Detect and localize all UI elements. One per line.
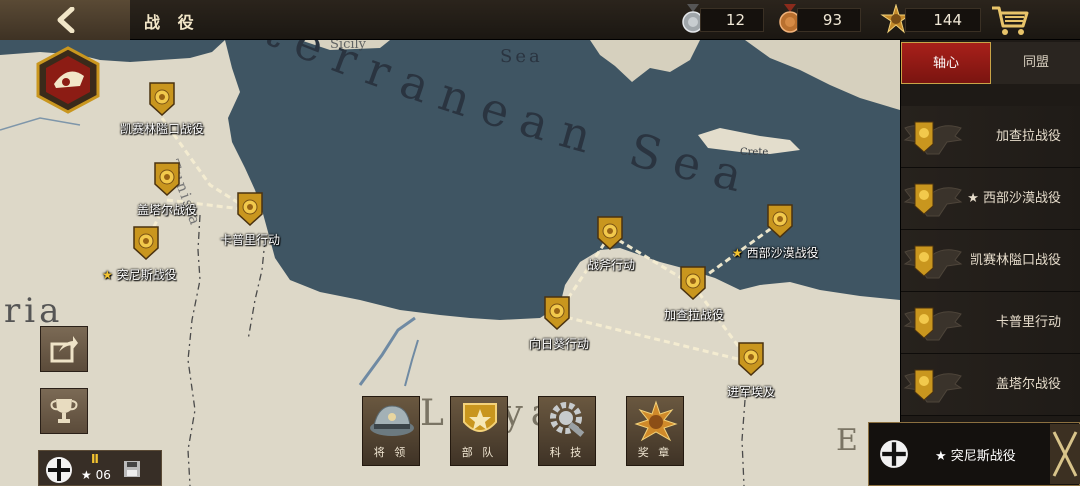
campaign-node-label[interactable]: 卡普里行动 — [220, 231, 280, 248]
campaign-list-item[interactable]: 加查拉战役 — [901, 106, 1080, 168]
share-icon — [50, 336, 78, 363]
units-button[interactable]: 部 队 — [450, 396, 508, 466]
generals-button[interactable]: 将 领 — [362, 396, 420, 466]
campaign-node-medal-icon[interactable] — [154, 162, 180, 197]
campaign-node-label[interactable]: ★ 西部沙漠战役 — [732, 244, 819, 261]
campaign-node-medal-icon[interactable] — [767, 204, 793, 239]
general-portrait-button[interactable] — [36, 46, 100, 114]
eagle-emblem-icon — [903, 121, 963, 155]
crossed-swords-icon[interactable] — [1050, 424, 1080, 484]
top-bar: 战 役 12 93 144 — [0, 0, 1080, 40]
campaign-node-medal-icon[interactable] — [133, 226, 159, 261]
player-rank: Ⅱ — [91, 452, 99, 466]
selected-campaign-label: ★ 突尼斯战役 — [935, 449, 1016, 464]
eagle-emblem-icon — [903, 183, 963, 217]
algeria-label: ria — [4, 291, 63, 331]
campaign-list-item-label: 加查拉战役 — [995, 129, 1061, 144]
campaign-list-item[interactable]: ★ 西部沙漠战役 — [901, 168, 1080, 230]
eagle-emblem-icon — [903, 369, 963, 403]
campaign-node-label[interactable]: 向日葵行动 — [529, 335, 589, 352]
campaign-node-medal-icon[interactable] — [544, 296, 570, 331]
shop-cart-icon[interactable] — [990, 4, 1030, 36]
back-arrow-icon — [57, 7, 75, 33]
medal-award-icon — [634, 400, 678, 442]
medals-button[interactable]: 奖 章 — [626, 396, 684, 466]
campaign-list-item-label: 卡普里行动 — [995, 315, 1061, 330]
sea-top-label: Sea — [500, 46, 543, 67]
campaign-node-medal-icon[interactable] — [680, 266, 706, 301]
share-button[interactable] — [40, 326, 88, 372]
campaign-list-item-label: 盖塔尔战役 — [995, 377, 1061, 392]
player-stars: ★ 06 — [81, 468, 111, 482]
page-title: 战 役 — [144, 13, 200, 32]
eagle-emblem-icon — [903, 307, 963, 341]
tech-button[interactable]: 科 技 — [538, 396, 596, 466]
bronze-medal-count: 93 — [797, 8, 861, 32]
trophy-icon — [50, 399, 78, 423]
campaign-list-item[interactable]: 卡普里行动 — [901, 292, 1080, 354]
campaign-list-item-label: 凯赛林隘口战役 — [969, 253, 1061, 268]
generals-label: 将 领 — [373, 446, 409, 459]
campaign-list-panel: 轴心 同盟 加查拉战役 ★ 西部沙漠战役 凯赛林隘口战役 卡普里行动 盖塔尔战役 — [900, 40, 1080, 422]
campaign-node-label[interactable]: 盖塔尔战役 — [137, 201, 197, 218]
back-button[interactable] — [0, 0, 130, 40]
campaign-node-label[interactable]: 凯赛林隘口战役 — [120, 120, 204, 137]
player-rank-box: Ⅱ ★ 06 — [38, 450, 162, 486]
campaign-node-label[interactable]: 进军埃及 — [727, 383, 775, 400]
campaign-node-medal-icon[interactable] — [597, 216, 623, 251]
eagle-emblem-icon — [903, 245, 963, 279]
campaign-list-item[interactable]: 凯赛林隘口战役 — [901, 230, 1080, 292]
campaign-list-item[interactable]: 盖塔尔战役 — [901, 354, 1080, 416]
selected-campaign[interactable]: ★ 突尼斯战役 — [868, 422, 1080, 486]
gold-badge-count: 144 — [905, 8, 981, 32]
campaign-node-medal-icon[interactable] — [738, 342, 764, 377]
tab-allies[interactable]: 同盟 — [991, 42, 1080, 84]
campaign-node-medal-icon[interactable] — [149, 82, 175, 117]
officer-cap-icon — [370, 405, 414, 436]
egypt-label: E — [836, 423, 858, 458]
campaign-node-medal-icon[interactable] — [237, 192, 263, 227]
campaign-node-label[interactable]: 战斧行动 — [587, 256, 635, 273]
tab-axis[interactable]: 轴心 — [901, 42, 991, 84]
save-icon[interactable] — [123, 460, 141, 478]
tech-label: 科 技 — [549, 446, 585, 459]
units-label: 部 队 — [461, 446, 497, 459]
silver-medal-count: 12 — [700, 8, 764, 32]
campaign-node-label[interactable]: ★ 突尼斯战役 — [102, 266, 177, 283]
campaign-node-label[interactable]: 加查拉战役 — [664, 306, 724, 323]
campaign-list-item-label: ★ 西部沙漠战役 — [967, 191, 1061, 206]
tech-gear-icon — [550, 402, 585, 437]
iron-cross-icon — [46, 457, 72, 483]
medals-label: 奖 章 — [637, 446, 673, 459]
unit-badge-icon — [463, 403, 497, 432]
trophy-button[interactable] — [40, 388, 88, 434]
iron-cross-icon — [880, 440, 908, 468]
